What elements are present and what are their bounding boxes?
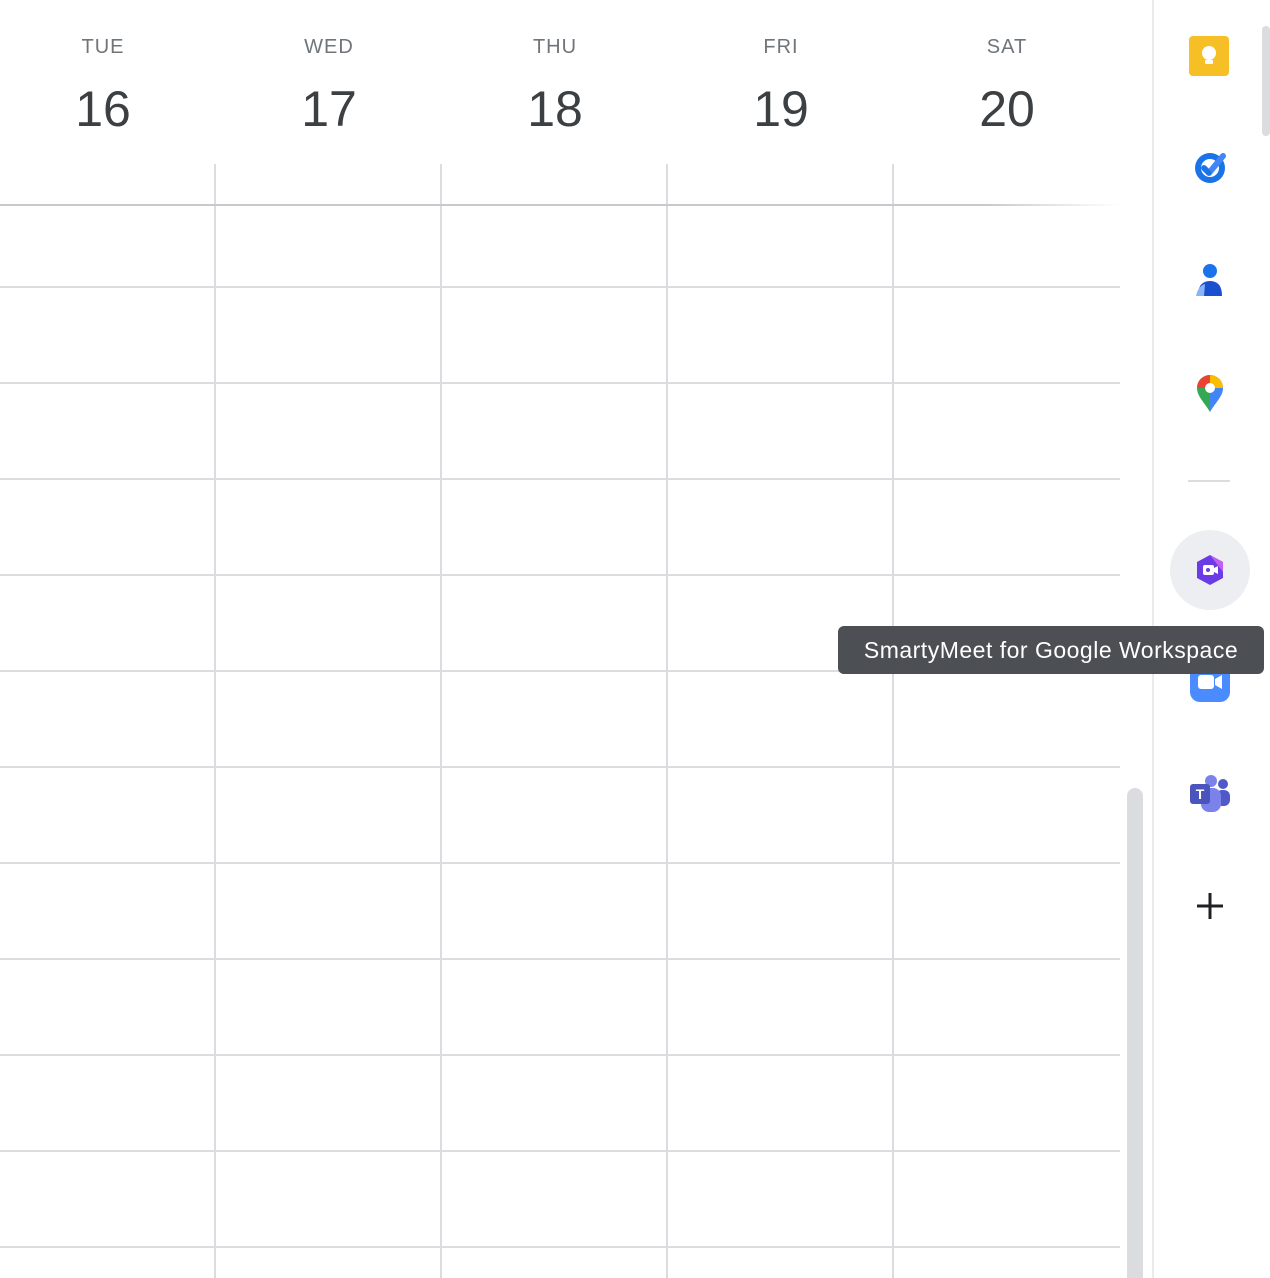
hour-line <box>0 958 1120 960</box>
day-column-divider <box>892 164 894 1278</box>
contacts-icon[interactable] <box>1192 260 1228 300</box>
day-header-wed[interactable]: WED 17 <box>216 0 442 164</box>
hour-line <box>0 1246 1120 1248</box>
day-of-week: FRI <box>763 36 799 58</box>
teams-icon[interactable]: T <box>1188 772 1232 816</box>
day-header-thu[interactable]: THU 18 <box>442 0 668 164</box>
day-number[interactable]: 17 <box>216 80 442 138</box>
hour-line <box>0 862 1120 864</box>
hour-line <box>0 766 1120 768</box>
day-column-divider <box>440 164 442 1278</box>
day-number[interactable]: 20 <box>894 80 1120 138</box>
day-of-week: TUE <box>81 36 125 58</box>
all-day-divider <box>0 204 1120 206</box>
hour-line <box>0 382 1120 384</box>
day-of-week: THU <box>532 36 578 58</box>
smartymeet-icon[interactable] <box>1192 552 1228 588</box>
hour-line <box>0 574 1120 576</box>
hour-line <box>0 286 1120 288</box>
day-of-week: WED <box>304 36 354 58</box>
add-icon[interactable] <box>1192 888 1228 924</box>
day-column-divider <box>666 164 668 1278</box>
keep-icon[interactable] <box>1189 36 1229 76</box>
day-number[interactable]: 19 <box>668 80 894 138</box>
hour-line <box>0 478 1120 480</box>
day-number[interactable]: 16 <box>0 80 216 138</box>
day-column-divider <box>214 164 216 1278</box>
hour-line <box>0 1054 1120 1056</box>
calendar-scrollbar[interactable] <box>1127 788 1143 1278</box>
maps-icon[interactable] <box>1192 372 1228 414</box>
side-panel-scrollbar[interactable] <box>1262 26 1270 136</box>
day-header-sat[interactable]: SAT 20 <box>894 0 1120 164</box>
day-header-tue[interactable]: TUE 16 <box>0 0 216 164</box>
tasks-icon[interactable] <box>1190 147 1230 187</box>
day-header-fri[interactable]: FRI 19 <box>668 0 894 164</box>
hour-line <box>0 1150 1120 1152</box>
side-panel-divider <box>1188 480 1230 482</box>
svg-text:T: T <box>1196 786 1205 802</box>
day-number[interactable]: 18 <box>442 80 668 138</box>
tooltip: SmartyMeet for Google Workspace <box>838 626 1264 674</box>
day-of-week: SAT <box>986 36 1028 58</box>
